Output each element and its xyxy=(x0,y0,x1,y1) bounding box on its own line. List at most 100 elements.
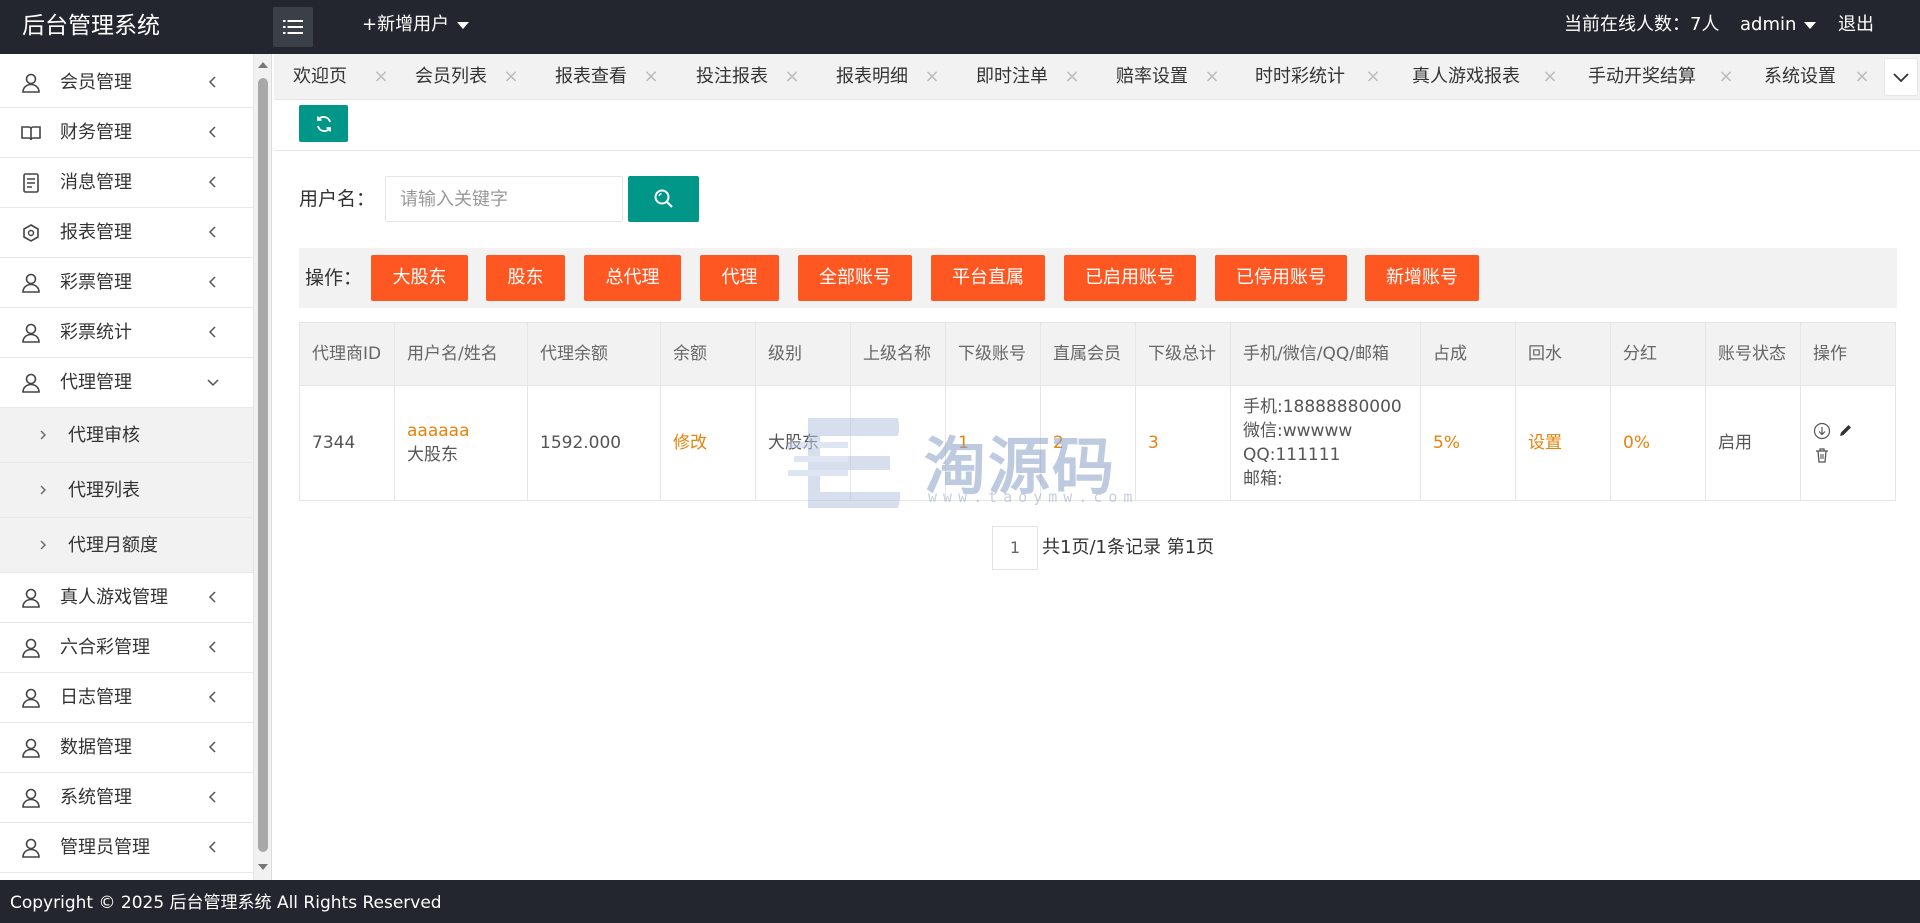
column-header: 下级总计 xyxy=(1135,322,1231,386)
download-icon[interactable] xyxy=(1813,422,1831,440)
filter-disabled-accounts-button[interactable]: 已停用账号 xyxy=(1215,255,1347,301)
sidebar-item-report[interactable]: 报表管理 xyxy=(0,208,253,258)
sidebar-item-live-game[interactable]: 真人游戏管理 xyxy=(0,573,253,623)
close-icon[interactable]: × xyxy=(1718,54,1734,100)
scroll-thumb[interactable] xyxy=(258,78,268,852)
sidebar-item-label: 日志管理 xyxy=(60,687,132,708)
message-icon xyxy=(23,173,39,193)
user-icon xyxy=(22,788,40,808)
page-number-button[interactable]: 1 xyxy=(992,526,1038,570)
filter-general-agent-button[interactable]: 总代理 xyxy=(584,255,681,301)
scroll-up-icon[interactable] xyxy=(258,62,268,68)
sidebar-item-system[interactable]: 系统管理 xyxy=(0,773,253,823)
share-link[interactable]: 5% xyxy=(1433,433,1460,453)
tab-bet-report[interactable]: 投注报表 × xyxy=(696,54,800,100)
user-icon xyxy=(22,738,40,758)
sidebar-item-member[interactable]: 会员管理 xyxy=(0,58,253,108)
qq-text: QQ:111111 xyxy=(1243,445,1341,465)
add-user-dropdown[interactable]: +新增用户 xyxy=(362,0,470,50)
column-header: 回水 xyxy=(1515,322,1611,386)
sidebar-item-label: 彩票统计 xyxy=(60,322,132,343)
sidebar-subitem-agent-list[interactable]: 代理列表 xyxy=(0,463,253,518)
menu-toggle-button[interactable] xyxy=(273,7,313,47)
filter-agent-button[interactable]: 代理 xyxy=(700,255,779,301)
tab-report-view[interactable]: 报表查看 × xyxy=(555,54,659,100)
agent-id: 7344 xyxy=(299,385,395,501)
tab-odds-settings[interactable]: 赔率设置 × xyxy=(1116,54,1220,100)
trash-icon[interactable] xyxy=(1813,446,1831,464)
chevron-left-icon xyxy=(208,591,216,603)
refresh-button[interactable] xyxy=(299,105,348,142)
sidebar-item-lottery-stats[interactable]: 彩票统计 xyxy=(0,308,253,358)
tab-member-list[interactable]: 会员列表 × xyxy=(415,54,519,100)
close-icon[interactable]: × xyxy=(784,54,800,100)
scroll-down-icon[interactable] xyxy=(258,864,268,870)
sub-total-link[interactable]: 3 xyxy=(1148,433,1159,453)
tab-label: 报表查看 xyxy=(555,66,627,87)
tab-label: 系统设置 xyxy=(1764,66,1836,87)
tab-label: 赔率设置 xyxy=(1116,66,1188,87)
tab-system-settings[interactable]: 系统设置 × xyxy=(1764,54,1870,100)
close-icon[interactable]: × xyxy=(1542,54,1558,100)
sidebar-item-message[interactable]: 消息管理 xyxy=(0,158,253,208)
sidebar-scrollbar[interactable] xyxy=(254,54,272,880)
tab-more-button[interactable] xyxy=(1884,58,1918,96)
chevron-left-icon xyxy=(208,841,216,853)
sidebar-item-data[interactable]: 数据管理 xyxy=(0,723,253,773)
filter-enabled-accounts-button[interactable]: 已启用账号 xyxy=(1064,255,1196,301)
tab-live-bets[interactable]: 即时注单 × xyxy=(976,54,1080,100)
modify-balance-link[interactable]: 修改 xyxy=(673,433,707,453)
tab-label: 报表明细 xyxy=(836,66,908,87)
chevron-left-icon xyxy=(208,226,216,238)
username-link[interactable]: aaaaaa xyxy=(407,419,515,443)
close-icon[interactable]: × xyxy=(503,54,519,100)
search-button[interactable] xyxy=(628,176,699,222)
tab-ssc-stats[interactable]: 时时彩统计 × xyxy=(1255,54,1381,100)
sidebar-item-agent[interactable]: 代理管理 xyxy=(0,358,253,408)
search-input[interactable] xyxy=(385,176,623,222)
admin-dropdown[interactable]: admin xyxy=(1740,0,1817,50)
tab-manual-draw[interactable]: 手动开奖结算 × xyxy=(1588,54,1734,100)
close-icon[interactable]: × xyxy=(643,54,659,100)
rebate-settings-link[interactable]: 设置 xyxy=(1528,433,1562,453)
filter-all-accounts-button[interactable]: 全部账号 xyxy=(798,255,912,301)
add-account-button[interactable]: 新增账号 xyxy=(1365,255,1479,301)
logout-link[interactable]: 退出 xyxy=(1838,0,1874,50)
close-icon[interactable]: × xyxy=(373,54,389,100)
column-header: 余额 xyxy=(660,322,756,386)
sidebar-item-admin[interactable]: 管理员管理 xyxy=(0,823,253,873)
actions-cell xyxy=(1800,385,1896,501)
sidebar-item-label: 消息管理 xyxy=(60,172,132,193)
close-icon[interactable]: × xyxy=(1365,54,1381,100)
sidebar-subitem-label: 代理列表 xyxy=(68,480,140,501)
sidebar-subitem-agent-review[interactable]: 代理审核 xyxy=(0,408,253,463)
caret-down-icon xyxy=(1804,21,1817,29)
direct-members-link[interactable]: 2 xyxy=(1053,433,1064,453)
edit-icon[interactable] xyxy=(1836,422,1854,440)
close-icon[interactable]: × xyxy=(1204,54,1220,100)
sidebar-item-lottery[interactable]: 彩票管理 xyxy=(0,258,253,308)
sub-total-cell: 3 xyxy=(1135,385,1231,501)
dividend-link[interactable]: 0% xyxy=(1623,433,1650,453)
sidebar-item-finance[interactable]: 财务管理 xyxy=(0,108,253,158)
sidebar-subitem-agent-quota[interactable]: 代理月额度 xyxy=(0,518,253,573)
filter-platform-direct-button[interactable]: 平台直属 xyxy=(931,255,1045,301)
tab-live-game-report[interactable]: 真人游戏报表 × xyxy=(1412,54,1558,100)
agent-balance: 1592.000 xyxy=(527,385,661,501)
close-icon[interactable]: × xyxy=(1064,54,1080,100)
column-header: 占成 xyxy=(1420,322,1516,386)
search-icon xyxy=(654,189,673,208)
filter-major-shareholder-button[interactable]: 大股东 xyxy=(371,255,468,301)
sub-accounts-link[interactable]: 1 xyxy=(958,433,969,453)
close-icon[interactable]: × xyxy=(1854,54,1870,100)
tab-report-detail[interactable]: 报表明细 × xyxy=(836,54,940,100)
close-icon[interactable]: × xyxy=(924,54,940,100)
tab-welcome[interactable]: 欢迎页 × xyxy=(293,54,389,100)
sidebar-item-log[interactable]: 日志管理 xyxy=(0,673,253,723)
column-header: 手机/微信/QQ/邮箱 xyxy=(1230,322,1421,386)
user-icon xyxy=(22,323,40,343)
filter-shareholder-button[interactable]: 股东 xyxy=(486,255,565,301)
user-icon xyxy=(22,638,40,658)
sidebar-item-mark-six[interactable]: 六合彩管理 xyxy=(0,623,253,673)
footer: Copyright © 2025 后台管理系统 All Rights Reser… xyxy=(0,880,1920,923)
